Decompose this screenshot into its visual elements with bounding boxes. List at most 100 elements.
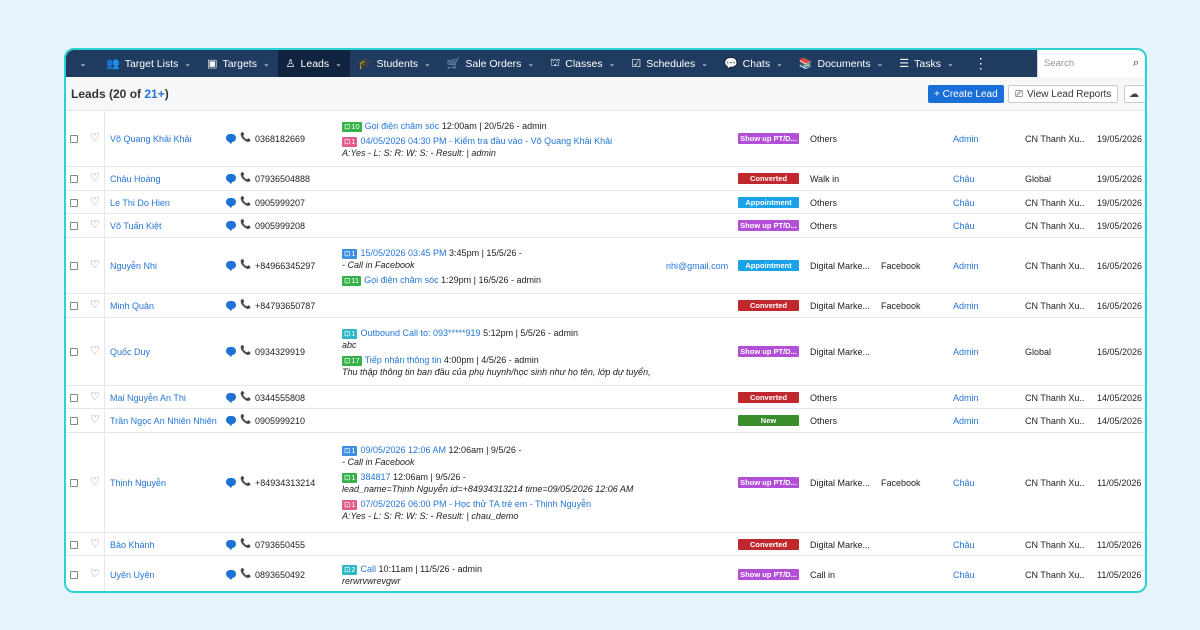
row-checkbox[interactable] [70,262,78,270]
row-checkbox[interactable] [70,417,78,425]
lead-name-link[interactable]: Nguyễn Nhi [110,261,157,271]
phone-icon[interactable]: 📞 [240,569,251,578]
nav-item-targets[interactable]: ▣ Targets ⌄ [199,50,278,77]
nav-item-sale-orders[interactable]: 🛒 Sale Orders ⌄ [439,50,542,77]
more-menu-icon[interactable]: ⋮ [962,55,1000,72]
chat-icon[interactable] [226,134,236,144]
lead-name-link[interactable]: Trần Ngọc An Nhiên Nhiên [110,416,217,426]
nav-item-tasks[interactable]: ☰ Tasks ⌄ [891,50,961,77]
row-checkbox[interactable] [70,199,78,207]
row-checkbox[interactable] [70,175,78,183]
lead-name-link[interactable]: Võ Tuấn Kiệt [110,221,162,231]
lead-name-link[interactable]: Minh Quân [110,301,154,311]
table-row[interactable]: ♡ Uyên Uyên 📞 0893650492 ⊡2 Call 10:11am | 11… [66,556,1145,591]
chat-icon[interactable] [226,347,236,357]
favorite-heart-icon[interactable]: ♡ [90,415,100,426]
favorite-heart-icon[interactable]: ♡ [90,569,100,580]
activity-link[interactable]: Gọi điện chăm sóc [364,275,439,285]
assigned-user-link[interactable]: Châu [953,540,975,550]
table-row[interactable]: ♡ Minh Quân 📞 +84793650787 Converted Digital … [66,294,1145,318]
view-lead-reports-button[interactable]: ⎚ View Lead Reports [1008,85,1119,103]
favorite-heart-icon[interactable]: ♡ [90,300,100,311]
activity-link[interactable]: 07/05/2026 06:00 PM - Học thử TA trẻ em … [360,499,591,509]
activity-link[interactable]: Call [360,564,376,574]
favorite-heart-icon[interactable]: ♡ [90,220,100,231]
nav-item-target-lists[interactable]: 👥 Target Lists ⌄ [98,50,199,77]
assigned-user-link[interactable]: Admin [953,347,979,357]
chat-icon[interactable] [226,301,236,311]
phone-icon[interactable]: 📞 [240,300,251,309]
assigned-user-link[interactable]: Châu [953,478,975,488]
row-checkbox[interactable] [70,541,78,549]
assigned-user-link[interactable]: Admin [953,301,979,311]
total-count-link[interactable]: 21+ [144,87,164,101]
table-row[interactable]: ♡ Võ Quang Khải Khải 📞 0368182669 ⊡10 Gọi điệ… [66,111,1145,167]
row-checkbox[interactable] [70,571,78,579]
table-row[interactable]: ♡ Bảo Khánh 📞 0793650455 Converted Digital Ma… [66,533,1145,556]
assigned-user-link[interactable]: Admin [953,261,979,271]
favorite-heart-icon[interactable]: ♡ [90,133,100,144]
app-logo[interactable]: ⌄ [66,50,98,77]
chat-icon[interactable] [226,174,236,184]
lead-name-link[interactable]: Thịnh Nguyễn [110,478,166,488]
row-checkbox[interactable] [70,394,78,402]
assigned-user-link[interactable]: Admin [953,416,979,426]
row-checkbox[interactable] [70,222,78,230]
activity-link[interactable]: 384817 [360,472,390,482]
row-checkbox[interactable] [70,479,78,487]
chat-icon[interactable] [226,393,236,403]
phone-icon[interactable]: 📞 [240,197,251,206]
favorite-heart-icon[interactable]: ♡ [90,260,100,271]
table-row[interactable]: ♡ Võ Tuấn Kiệt 📞 0905999208 Show up PT/D... O… [66,214,1145,238]
assigned-user-link[interactable]: Châu [953,198,975,208]
favorite-heart-icon[interactable]: ♡ [90,173,100,184]
nav-item-students[interactable]: 🎓 Students ⌄ [350,50,439,77]
nav-item-classes[interactable]: ⛫ Classes ⌄ [542,50,623,77]
assigned-user-link[interactable]: Admin [953,134,979,144]
phone-icon[interactable]: 📞 [240,133,251,142]
phone-icon[interactable]: 📞 [240,415,251,424]
row-checkbox[interactable] [70,302,78,310]
chat-icon[interactable] [226,416,236,426]
email-link[interactable]: nhi@gmail.com [666,261,728,271]
lead-name-link[interactable]: Bảo Khánh [110,540,155,550]
lead-name-link[interactable]: Le Thi Do Hien [110,198,170,208]
favorite-heart-icon[interactable]: ♡ [90,346,100,357]
lead-name-link[interactable]: Mai Nguyễn An Thi [110,393,186,403]
table-row[interactable]: ♡ Thịnh Nguyễn 📞 +84934313214 ⊡1 09/05/2026 1… [66,433,1145,533]
chat-icon[interactable] [226,261,236,271]
lead-name-link[interactable]: Võ Quang Khải Khải [110,134,192,144]
search-input[interactable] [1044,58,1124,69]
table-row[interactable]: ♡ Nguyễn Nhi 📞 +84966345297 ⊡1 15/05/2026 03:… [66,238,1145,294]
nav-item-documents[interactable]: 📚 Documents ⌄ [791,50,892,77]
chat-icon[interactable] [226,198,236,208]
lead-name-link[interactable]: Châu Hoàng [110,174,161,184]
activity-link[interactable]: Tiếp nhận thông tin [365,355,442,365]
lead-name-link[interactable]: Uyên Uyên [110,570,155,580]
chat-icon[interactable] [226,478,236,488]
search-icon[interactable]: ⌕ [1133,57,1139,70]
favorite-heart-icon[interactable]: ♡ [90,477,100,488]
row-checkbox[interactable] [70,135,78,143]
chat-icon[interactable] [226,570,236,580]
activity-link[interactable]: 15/05/2026 03:45 PM [360,248,446,258]
favorite-heart-icon[interactable]: ♡ [90,197,100,208]
create-lead-button[interactable]: + Create Lead [928,85,1004,103]
phone-icon[interactable]: 📞 [240,260,251,269]
nav-item-leads[interactable]: ♙ Leads ⌄ [277,50,350,77]
assigned-user-link[interactable]: Admin [953,393,979,403]
phone-icon[interactable]: 📞 [240,539,251,548]
table-row[interactable]: ♡ Trần Ngọc An Nhiên Nhiên 📞 0905999210 New O… [66,409,1145,433]
cloud-upload-button[interactable]: ☁ [1124,85,1145,103]
assigned-user-link[interactable]: Châu [953,570,975,580]
row-checkbox[interactable] [70,348,78,356]
chat-icon[interactable] [226,221,236,231]
assigned-user-link[interactable]: Châu [953,221,975,231]
favorite-heart-icon[interactable]: ♡ [90,392,100,403]
chat-icon[interactable] [226,540,236,550]
lead-name-link[interactable]: Quốc Duy [110,347,150,357]
assigned-user-link[interactable]: Châu [953,174,975,184]
table-row[interactable]: ♡ Le Thi Do Hien 📞 0905999207 Appointment Oth… [66,191,1145,214]
table-row[interactable]: ♡ Châu Hoàng 📞 07936504888 Converted Walk in C… [66,167,1145,191]
phone-icon[interactable]: 📞 [240,392,251,401]
